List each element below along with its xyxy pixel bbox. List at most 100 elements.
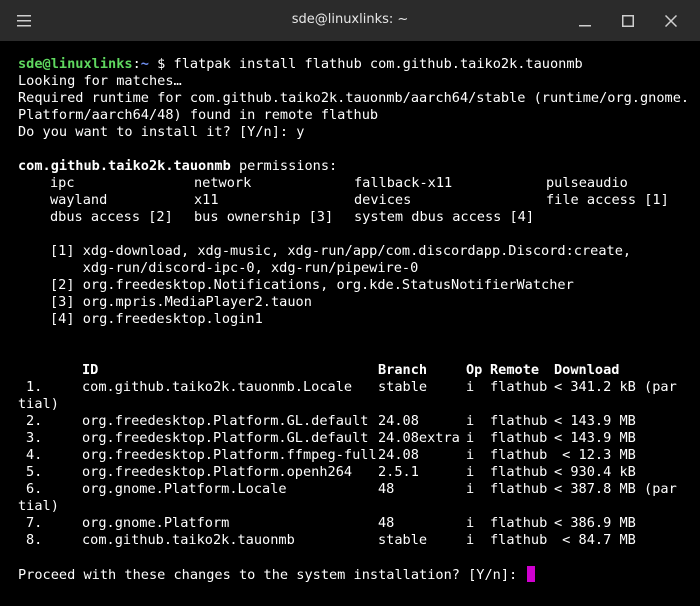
row-id: org.freedesktop.Platform.GL.default bbox=[82, 413, 369, 429]
maximize-icon bbox=[622, 14, 634, 27]
table-row: 8. com.github.taiko2k.tauonmb stable i flath… bbox=[18, 532, 700, 549]
permission-item: ipc bbox=[50, 175, 75, 191]
header-branch: Branch bbox=[378, 362, 428, 378]
table-row: 7. org.gnome.Platform 48 i flathub < 386.9 MB bbox=[18, 515, 700, 532]
permissions-header: com.github.taiko2k.tauonmb permissions: bbox=[18, 158, 700, 175]
row-op: i bbox=[466, 532, 475, 548]
prompt-symbol: $ bbox=[157, 56, 166, 72]
install-table: 1. com.github.taiko2k.tauonmb.Locale stabl… bbox=[18, 379, 700, 549]
row-number: 8. bbox=[26, 532, 43, 548]
row-download: < 387.8 MB (par bbox=[554, 481, 677, 497]
table-header: ID Branch Op Remote Download bbox=[18, 362, 700, 379]
permissions-label: permissions: bbox=[230, 158, 338, 174]
row-id: com.github.taiko2k.tauonmb.Locale bbox=[82, 379, 353, 395]
minimize-icon bbox=[579, 24, 591, 26]
table-row: 1. com.github.taiko2k.tauonmb.Locale stabl… bbox=[18, 379, 700, 396]
table-row: 3. org.freedesktop.Platform.GL.default 24.… bbox=[18, 430, 700, 447]
permissions-grid: ipc network fallback-x11 pulseaudio wayland x… bbox=[18, 175, 700, 226]
permission-row: ipc network fallback-x11 pulseaudio bbox=[18, 175, 700, 192]
row-remote: flathub bbox=[490, 447, 548, 463]
permission-item: file access [1] bbox=[546, 192, 669, 208]
row-branch: 48 bbox=[378, 515, 395, 531]
row-number: 3. bbox=[26, 430, 43, 446]
permission-note: xdg-run/discord-ipc-0, xdg-run/pipewire-… bbox=[50, 260, 419, 276]
output-line: Platform/aarch64/48) found in remote fla… bbox=[18, 107, 379, 123]
permission-note: [3] org.mpris.MediaPlayer2.tauon bbox=[50, 294, 312, 310]
row-branch: 24.08extra bbox=[378, 430, 460, 446]
terminal-output[interactable]: sde@linuxlinks:~ $ flatpak install flath… bbox=[18, 56, 700, 583]
row-op: i bbox=[466, 481, 475, 497]
row-branch: stable bbox=[378, 532, 428, 548]
table-row: 5. org.freedesktop.Platform.openh264 2.5.1… bbox=[18, 464, 700, 481]
row-remote: flathub bbox=[490, 379, 548, 395]
text-cursor bbox=[527, 566, 536, 582]
header-op: Op bbox=[466, 362, 483, 378]
row-id: org.freedesktop.Platform.ffmpeg-full bbox=[82, 447, 377, 463]
row-number: 7. bbox=[26, 515, 43, 531]
app-id: com.github.taiko2k.tauonmb bbox=[18, 158, 231, 174]
command-line: sde@linuxlinks:~ $ flatpak install flath… bbox=[18, 56, 700, 73]
permission-row: dbus access [2] bus ownership [3] system d… bbox=[18, 209, 700, 226]
row-number: 1. bbox=[26, 379, 43, 395]
row-op: i bbox=[466, 379, 475, 395]
prompt-user-host: sde@linuxlinks bbox=[18, 56, 133, 72]
row-branch: 48 bbox=[378, 481, 395, 497]
permission-item: wayland bbox=[50, 192, 108, 208]
proceed-line[interactable]: Proceed with these changes to the system… bbox=[18, 566, 700, 583]
row-download: < 930.4 kB bbox=[554, 464, 636, 480]
row-remote: flathub bbox=[490, 481, 548, 497]
row-number: 6. bbox=[26, 481, 43, 497]
header-remote: Remote bbox=[490, 362, 540, 378]
header-id: ID bbox=[82, 362, 99, 378]
close-icon bbox=[665, 14, 677, 27]
prompt-path: ~ bbox=[140, 56, 149, 72]
table-row-wrap: tial) bbox=[18, 498, 59, 514]
table-row: 4. org.freedesktop.Platform.ffmpeg-full 24… bbox=[18, 447, 700, 464]
prompt-colon: : bbox=[132, 56, 141, 72]
close-button[interactable] bbox=[651, 0, 691, 41]
row-op: i bbox=[466, 430, 475, 446]
row-download: < 143.9 MB bbox=[554, 430, 636, 446]
permission-note: [4] org.freedesktop.login1 bbox=[50, 311, 263, 327]
maximize-button[interactable] bbox=[608, 0, 648, 41]
row-remote: flathub bbox=[490, 464, 548, 480]
row-remote: flathub bbox=[490, 532, 548, 548]
permission-note: [1] xdg-download, xdg-music, xdg-run/app… bbox=[50, 243, 632, 259]
permission-item: pulseaudio bbox=[546, 175, 628, 191]
row-id: org.freedesktop.Platform.openh264 bbox=[82, 464, 353, 480]
row-branch: 2.5.1 bbox=[378, 464, 419, 480]
title-bar: sde@linuxlinks: ~ bbox=[0, 0, 700, 41]
proceed-prompt: Proceed with these changes to the system… bbox=[18, 567, 526, 583]
table-row: 6. org.gnome.Platform.Locale 48 i flathub < 3… bbox=[18, 481, 700, 498]
table-row-wrap: tial) bbox=[18, 396, 59, 412]
row-remote: flathub bbox=[490, 430, 548, 446]
row-branch: 24.08 bbox=[378, 413, 419, 429]
permission-item: dbus access [2] bbox=[50, 209, 173, 225]
row-op: i bbox=[466, 515, 475, 531]
row-op: i bbox=[466, 464, 475, 480]
terminal-window: sde@linuxlinks: ~ sde@linuxlinks:~ $ fla… bbox=[0, 0, 700, 606]
minimize-button[interactable] bbox=[565, 0, 605, 41]
output-line: Looking for matches… bbox=[18, 73, 182, 89]
row-remote: flathub bbox=[490, 413, 548, 429]
row-download: < 341.2 kB (par bbox=[554, 379, 677, 395]
row-op: i bbox=[466, 447, 475, 463]
row-download: < 84.7 MB bbox=[554, 532, 636, 548]
row-remote: flathub bbox=[490, 515, 548, 531]
row-id: org.freedesktop.Platform.GL.default bbox=[82, 430, 369, 446]
row-download: < 143.9 MB bbox=[554, 413, 636, 429]
permission-row: wayland x11 devices file access [1] bbox=[18, 192, 700, 209]
row-number: 5. bbox=[26, 464, 43, 480]
row-op: i bbox=[466, 413, 475, 429]
row-id: com.github.taiko2k.tauonmb bbox=[82, 532, 295, 548]
permission-item: system dbus access [4] bbox=[354, 209, 535, 225]
row-number: 2. bbox=[26, 413, 43, 429]
permission-item: network bbox=[194, 175, 252, 191]
row-download: < 386.9 MB bbox=[554, 515, 636, 531]
permission-notes: [1] xdg-download, xdg-music, xdg-run/app… bbox=[18, 243, 700, 328]
permission-item: devices bbox=[354, 192, 412, 208]
